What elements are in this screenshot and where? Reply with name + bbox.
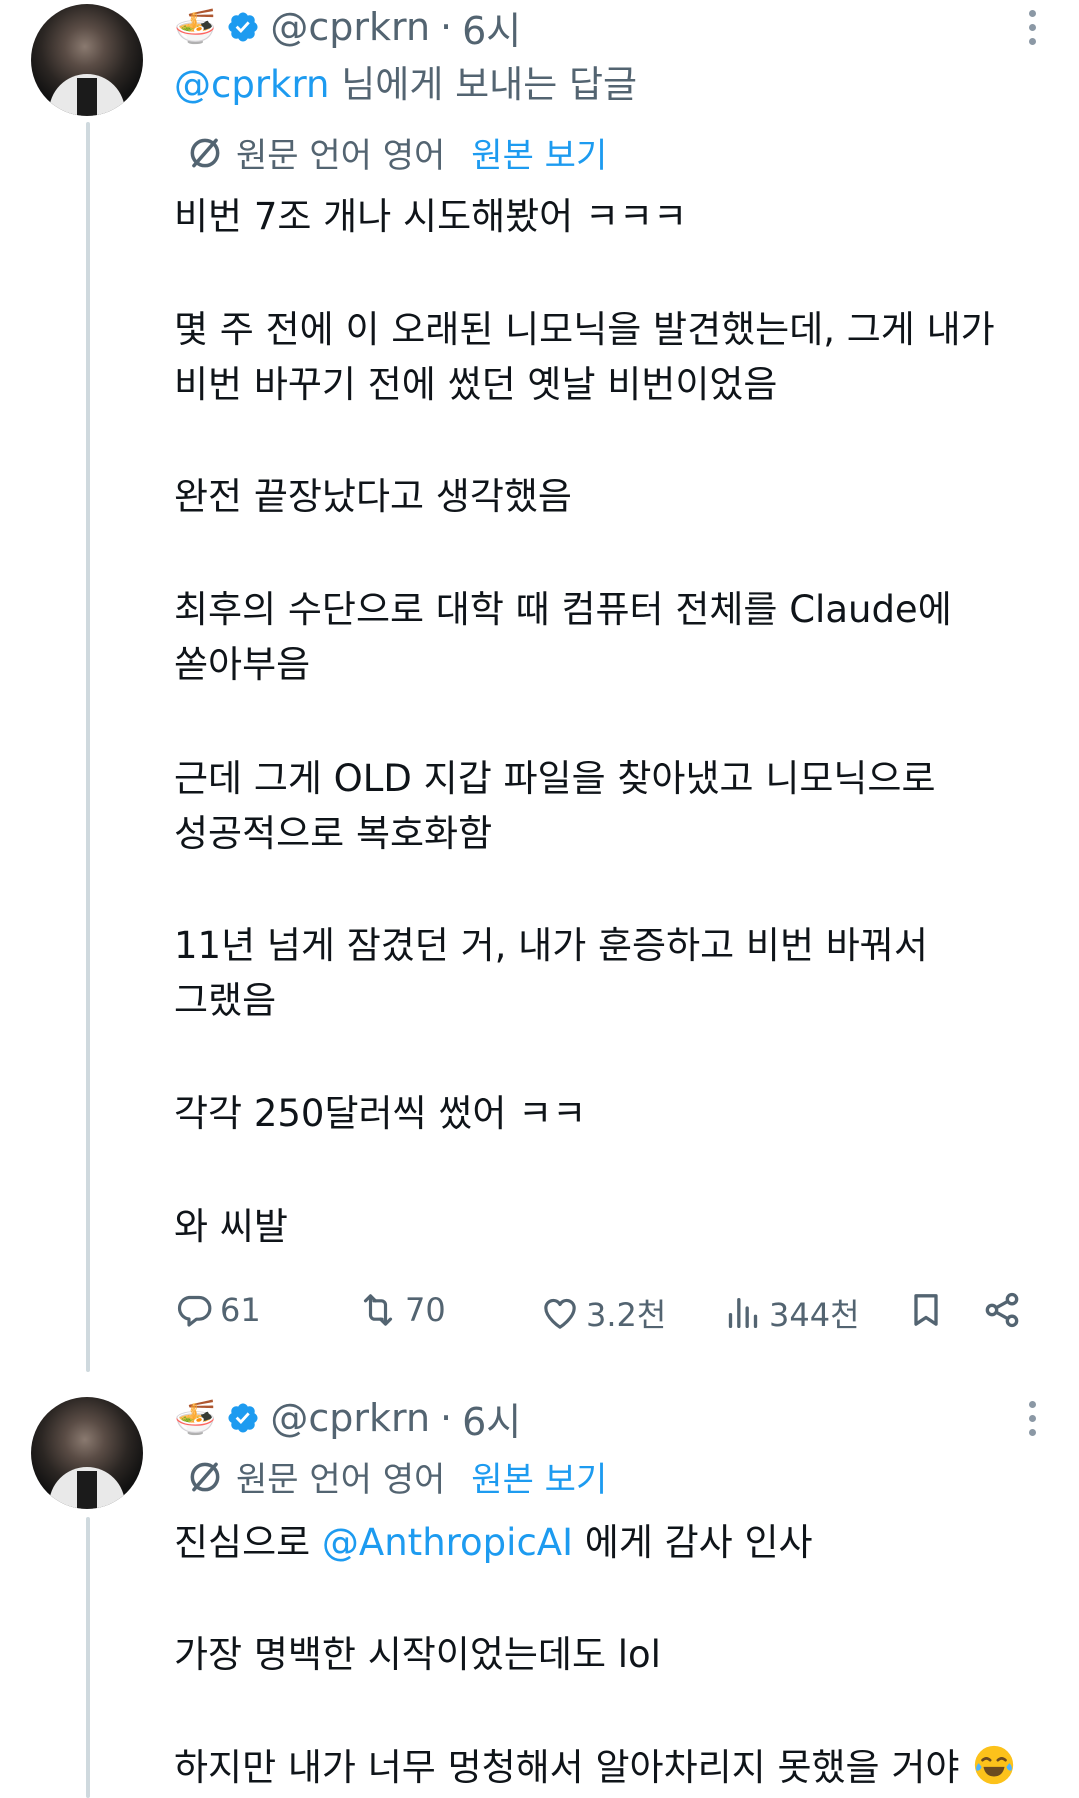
tweet-line: 와 씨발	[174, 1205, 288, 1248]
verified-badge-icon	[228, 1403, 258, 1433]
tweet-actions: 61 70 3.2천 344천	[174, 1290, 1026, 1344]
tweet-line: 몇 주 전에 이 오래된 니모닉을 발견했는데, 그게 내가	[174, 308, 995, 351]
tweet-line: 최후의 수단으로 대학 때 컴퓨터 전체를 Claude에	[174, 588, 952, 631]
like-count: 3.2천	[586, 1296, 667, 1334]
tweet-line: 성공적으로 복호화함	[174, 812, 493, 855]
bookmark-button[interactable]	[906, 1290, 946, 1330]
separator-dot: ·	[440, 5, 453, 49]
avatar[interactable]	[31, 1397, 143, 1509]
tweet-line-text: 하지만 내가 너무 멍청해서 알아차리지 못했을 거야	[174, 1746, 960, 1789]
tweet-line: 쏟아부음	[174, 643, 311, 686]
share-button[interactable]	[982, 1290, 1022, 1330]
retweet-count: 70	[405, 1291, 446, 1329]
globe-slash-icon	[190, 138, 220, 167]
reply-count: 61	[220, 1291, 261, 1329]
like-button[interactable]: 3.2천	[540, 1290, 666, 1336]
retweet-icon	[363, 1294, 393, 1326]
reply-icon	[177, 1295, 212, 1327]
more-options-icon[interactable]	[1029, 10, 1039, 45]
timestamp[interactable]: 6시	[462, 0, 521, 55]
tweet-line: 근데 그게 OLD 지갑 파일을 찾아냈고 니모닉으로	[174, 757, 936, 800]
separator-dot: ·	[440, 1396, 453, 1440]
reply-button[interactable]: 61	[174, 1290, 261, 1330]
timestamp[interactable]: 6시	[462, 1391, 521, 1446]
user-handle[interactable]: @cprkrn	[270, 1396, 430, 1440]
user-handle[interactable]: @cprkrn	[270, 5, 430, 49]
tweet-line: 하지만 내가 너무 멍청해서 알아차리지 못했을 거야	[174, 1740, 1017, 1796]
view-count: 344천	[769, 1296, 860, 1334]
translation-label: 원문 언어 영어	[236, 136, 446, 176]
tweet-line: 그랬음	[174, 979, 277, 1022]
heart-icon	[544, 1298, 576, 1329]
show-original-link[interactable]: 원본 보기	[471, 128, 607, 177]
translation-notice: 원문 언어 영어 원본 보기	[186, 1452, 607, 1501]
ramen-emoji-icon: 🍜	[174, 7, 217, 47]
translation-label: 원문 언어 영어	[236, 1460, 446, 1500]
tweet-line: 11년 넘게 잠겼던 거, 내가 훈증하고 비번 바꿔서	[174, 924, 928, 967]
reply-mention-link[interactable]: @cprkrn	[174, 63, 329, 106]
show-original-link[interactable]: 원본 보기	[471, 1452, 607, 1501]
tweet-line: 완전 끝장났다고 생각했음	[174, 475, 572, 518]
verified-badge-icon	[228, 12, 258, 42]
tears-of-joy-emoji-icon	[975, 1745, 1014, 1785]
share-icon	[985, 1292, 1019, 1328]
bookmark-icon	[914, 1294, 938, 1326]
reply-to-suffix: 님에게 보내는 답글	[329, 63, 638, 106]
translation-notice: 원문 언어 영어 원본 보기	[186, 128, 607, 177]
globe-slash-icon	[190, 1462, 220, 1491]
views-button[interactable]: 344천	[723, 1290, 860, 1336]
tweet-line: 비번 7조 개나 시도해봤어 ㅋㅋㅋ	[174, 195, 688, 238]
tweet-line: 가장 명백한 시작이었는데도 lol	[174, 1633, 661, 1676]
retweet-button[interactable]: 70	[357, 1290, 446, 1330]
bar-chart-icon	[728, 1298, 758, 1328]
anthropic-mention-link[interactable]: @AnthropicAI	[322, 1521, 573, 1564]
line-prefix: 진심으로	[174, 1521, 322, 1564]
tweet-line: 각각 250달러씩 썼어 ㅋㅋ	[174, 1092, 587, 1135]
thread-line	[86, 1517, 90, 1798]
more-options-icon[interactable]	[1029, 1401, 1039, 1436]
tweet-line: 비번 바꾸기 전에 썼던 옛날 비번이었음	[174, 363, 778, 406]
tweet-line: 진심으로 @AnthropicAI 에게 감사 인사	[174, 1515, 813, 1571]
avatar[interactable]	[31, 4, 143, 116]
thread-line	[86, 122, 90, 1372]
tweet-header: 🍜 @cprkrn · 6시	[174, 3, 521, 53]
reply-to-line: @cprkrn 님에게 보내는 답글	[174, 54, 637, 108]
ramen-emoji-icon: 🍜	[174, 1398, 217, 1438]
tweet-header: 🍜 @cprkrn · 6시	[174, 1394, 521, 1444]
line-suffix: 에게 감사 인사	[573, 1521, 813, 1564]
